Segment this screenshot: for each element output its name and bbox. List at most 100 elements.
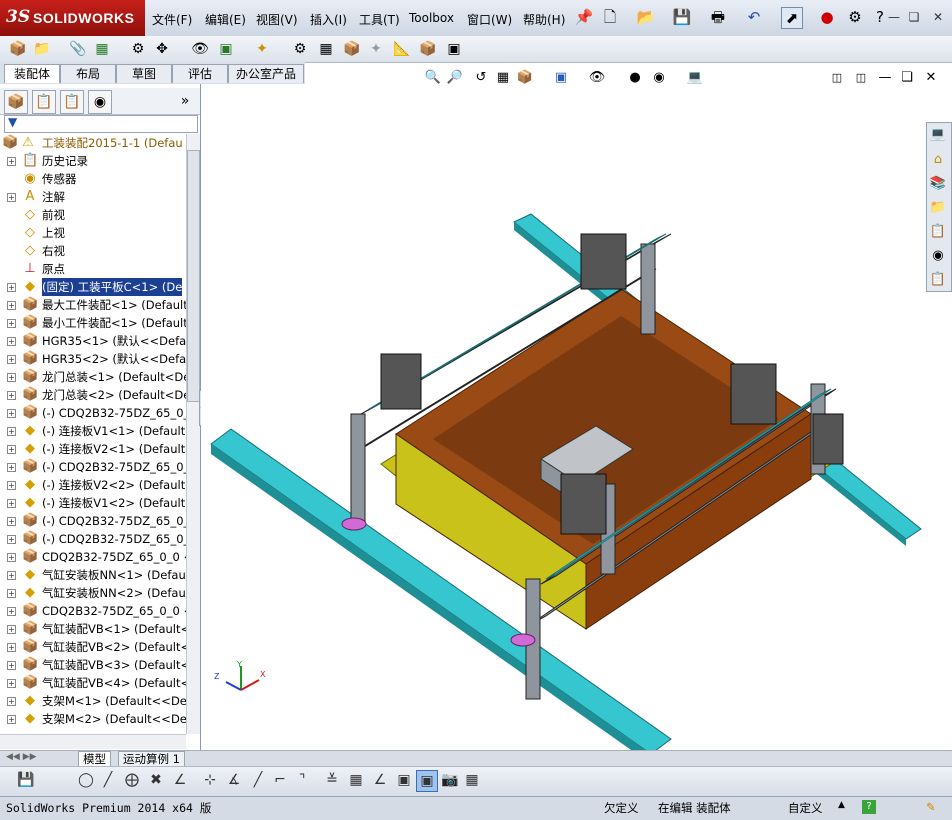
- tree-item[interactable]: + ◆ 气缸安装板NN<1> (Default: [0, 566, 186, 584]
- pin-icon[interactable]: 📌: [574, 7, 594, 27]
- feature-manager-tab-icon[interactable]: 📦: [4, 90, 28, 114]
- tree-root[interactable]: 📦 ⚠ 工装装配2015-1-1 (Defau: [0, 134, 186, 152]
- expand-plus-icon[interactable]: +: [7, 517, 16, 526]
- tab-layout[interactable]: 布局: [60, 64, 116, 83]
- tree-item[interactable]: + 📦 (-) CDQ2B32-75DZ_65_0_0: [0, 458, 186, 476]
- tree-item[interactable]: + 📦 HGR35<2> (默认<<Default: [0, 350, 186, 368]
- design-library-icon[interactable]: 📚: [928, 174, 948, 194]
- menu-window[interactable]: 窗口(W): [467, 11, 512, 28]
- expand-plus-icon[interactable]: +: [7, 697, 16, 706]
- more-tabs-chevron-icon[interactable]: »: [174, 90, 196, 112]
- tab-motion-study[interactable]: 运动算例 1: [118, 751, 185, 767]
- line-icon[interactable]: ╱: [98, 770, 118, 790]
- tree-item[interactable]: + ◆ 支架M<2> (Default<<Defau: [0, 710, 186, 728]
- units-dropdown-icon[interactable]: ▲: [838, 800, 845, 810]
- tab-scroll-arrows-icon[interactable]: ◀◀ ▶▶: [6, 752, 37, 762]
- help-icon[interactable]: ?: [862, 800, 876, 814]
- reference-geometry-icon[interactable]: ✦: [252, 39, 272, 59]
- close-icon[interactable]: ✕: [928, 9, 948, 25]
- pencil-icon[interactable]: ✎: [926, 800, 936, 814]
- tree-item[interactable]: + 📦 龙门总装<1> (Default<De: [0, 368, 186, 386]
- tree-item[interactable]: + 📦 最小工件装配<1> (Default: [0, 314, 186, 332]
- menu-tools[interactable]: 工具(T): [359, 11, 400, 28]
- tree-item[interactable]: ◇ 前视: [0, 206, 186, 224]
- tree-item[interactable]: + 📋 历史记录: [0, 152, 186, 170]
- relation-icon[interactable]: ∠: [370, 770, 390, 790]
- hide-show-icon[interactable]: 👁: [190, 39, 210, 59]
- table-icon[interactable]: ▦: [462, 770, 482, 790]
- bill-of-materials-icon[interactable]: ▦: [316, 39, 336, 59]
- tree-item[interactable]: + 📦 气缸装配VB<1> (Default<: [0, 620, 186, 638]
- move-component-icon[interactable]: ✥: [152, 39, 172, 59]
- interference-check-icon[interactable]: 📐: [392, 39, 412, 59]
- point-icon[interactable]: ⨁: [122, 770, 142, 790]
- tree-item[interactable]: + ◆ (-) 连接板V2<2> (Default: [0, 476, 186, 494]
- file-explorer-icon[interactable]: 📁: [928, 198, 948, 218]
- open-folder-icon[interactable]: 📂: [636, 7, 656, 27]
- display-manager-tab-icon[interactable]: ◉: [88, 90, 112, 114]
- options-gear-icon[interactable]: ⚙: [845, 7, 865, 27]
- trim-icon[interactable]: ✖: [146, 770, 166, 790]
- expand-plus-icon[interactable]: +: [7, 337, 16, 346]
- expand-plus-icon[interactable]: +: [7, 643, 16, 652]
- tree-scroll-thumb[interactable]: [187, 150, 200, 402]
- expand-plus-icon[interactable]: +: [7, 445, 16, 454]
- expand-plus-icon[interactable]: +: [7, 427, 16, 436]
- solidworks-resources-icon[interactable]: 💻: [928, 125, 948, 145]
- explode-line-icon[interactable]: ✦: [366, 39, 386, 59]
- menu-insert[interactable]: 插入(I): [310, 11, 347, 28]
- expand-plus-icon[interactable]: +: [7, 499, 16, 508]
- tree-item[interactable]: + 📦CDQ2B32-75DZ_65_0_0 <5>: [0, 548, 186, 566]
- tab-assembly[interactable]: 装配体: [4, 64, 60, 83]
- menu-help[interactable]: 帮助(H): [523, 11, 565, 28]
- sketch-fillet-icon[interactable]: ⊹: [200, 770, 220, 790]
- expand-plus-icon[interactable]: +: [7, 463, 16, 472]
- expand-plus-icon[interactable]: +: [7, 625, 16, 634]
- expand-plus-icon[interactable]: +: [7, 409, 16, 418]
- tab-office-products[interactable]: 办公室产品: [228, 64, 304, 83]
- expand-plus-icon[interactable]: +: [7, 193, 16, 202]
- save-icon[interactable]: 💾: [672, 7, 692, 27]
- tree-item[interactable]: ◇ 上视: [0, 224, 186, 242]
- tree-item[interactable]: + 📦 龙门总装<2> (Default<De: [0, 386, 186, 404]
- camera-icon[interactable]: 📷: [440, 770, 460, 790]
- home-icon[interactable]: ⌂: [928, 150, 948, 170]
- clearance-verify-icon[interactable]: 📦: [418, 39, 438, 59]
- linear-pattern-icon[interactable]: ▦: [92, 39, 112, 59]
- tree-item[interactable]: ◉ 传感器: [0, 170, 186, 188]
- grid-icon[interactable]: ▦: [346, 770, 366, 790]
- undo-icon[interactable]: ↶: [744, 7, 764, 27]
- configuration-manager-tab-icon[interactable]: 📋: [60, 90, 84, 114]
- new-part-icon[interactable]: 📁: [32, 39, 52, 59]
- tree-item[interactable]: + ◆ (-) 连接板V2<1> (Default: [0, 440, 186, 458]
- expand-plus-icon[interactable]: +: [7, 535, 16, 544]
- dimension-icon[interactable]: ≚: [322, 770, 342, 790]
- angle-icon[interactable]: ∠: [170, 770, 190, 790]
- expand-plus-icon[interactable]: +: [7, 553, 16, 562]
- expand-plus-icon[interactable]: +: [7, 607, 16, 616]
- tree-item[interactable]: + ◆ 气缸安装板NN<2> (Default: [0, 584, 186, 602]
- tab-model[interactable]: 模型: [78, 751, 111, 767]
- expand-plus-icon[interactable]: +: [7, 283, 16, 292]
- expand-plus-icon[interactable]: +: [7, 661, 16, 670]
- rebuild-traffic-light-icon[interactable]: ●: [817, 7, 837, 27]
- corner-icon[interactable]: ⌐: [270, 770, 290, 790]
- exploded-view-icon[interactable]: 📦: [342, 39, 362, 59]
- tree-item[interactable]: + 📦 气缸装配VB<4> (Default<: [0, 674, 186, 692]
- menu-edit[interactable]: 编辑(E): [205, 11, 246, 28]
- new-document-icon[interactable]: 🗋: [600, 7, 620, 27]
- minimize-icon[interactable]: —: [884, 9, 904, 25]
- menu-file[interactable]: 文件(F): [152, 11, 192, 28]
- tree-horizontal-scrollbar[interactable]: [0, 734, 186, 749]
- tree-item[interactable]: ◇ 右视: [0, 242, 186, 260]
- tree-item[interactable]: + ◆ (-) 连接板V1<2> (Default: [0, 494, 186, 512]
- tree-filter-input[interactable]: ▼: [4, 115, 198, 133]
- tree-item[interactable]: + 📦CDQ2B32-75DZ_65_0_0 <6>: [0, 602, 186, 620]
- tree-item[interactable]: + 📦 气缸装配VB<3> (Default<: [0, 656, 186, 674]
- expand-plus-icon[interactable]: +: [7, 301, 16, 310]
- expand-plus-icon[interactable]: +: [7, 157, 16, 166]
- tree-item[interactable]: + 📦 (-) CDQ2B32-75DZ_65_0_0: [0, 404, 186, 422]
- expand-plus-icon[interactable]: +: [7, 481, 16, 490]
- expand-plus-icon[interactable]: +: [7, 319, 16, 328]
- tree-item[interactable]: + 📦 气缸装配VB<2> (Default<: [0, 638, 186, 656]
